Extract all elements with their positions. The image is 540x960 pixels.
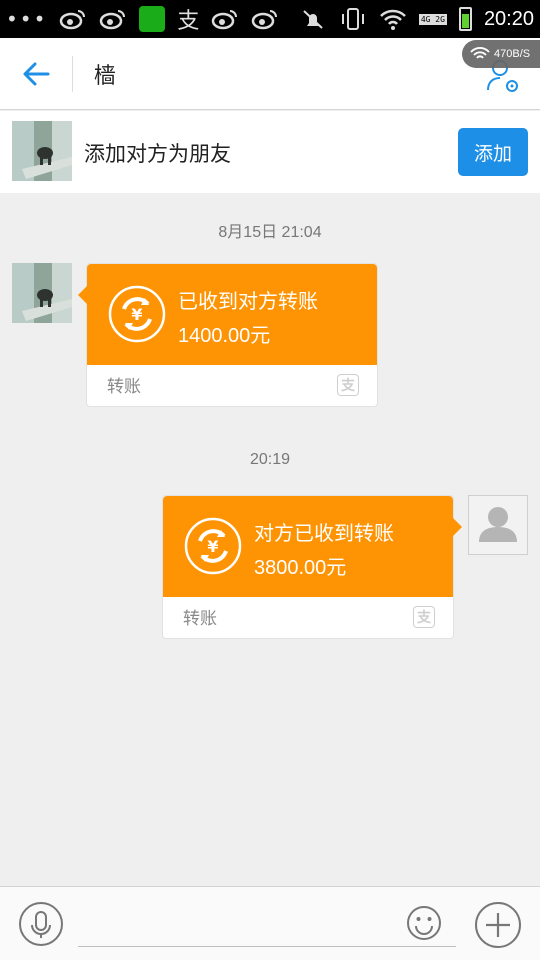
- emoji-button[interactable]: [406, 905, 442, 941]
- signal-icon: 4G 2G: [418, 13, 447, 25]
- transfer-label: 转账: [107, 377, 141, 397]
- wifi-icon: [379, 9, 406, 30]
- transfer-card-received[interactable]: ¥ 已收到对方转账 1400.00元 转账 支: [78, 263, 378, 407]
- add-friend-prompt: 添加对方为朋友: [84, 142, 231, 166]
- weibo-icon: [60, 10, 86, 30]
- mute-icon: [303, 10, 323, 29]
- weibo-icon: [252, 10, 278, 30]
- transfer-title: 对方已收到转账: [254, 521, 394, 545]
- svg-text:¥: ¥: [131, 305, 142, 324]
- vibrate-icon: [341, 8, 364, 30]
- back-arrow-icon[interactable]: [18, 56, 54, 92]
- transfer-title: 已收到对方转账: [178, 289, 318, 313]
- add-friend-bar: 添加对方为朋友 添加: [0, 111, 540, 193]
- header-divider: [72, 56, 73, 92]
- status-bar-system: 4G 2G 20:20: [299, 6, 534, 32]
- voice-input-button[interactable]: [18, 901, 64, 947]
- avatar[interactable]: [12, 121, 72, 181]
- avatar[interactable]: [468, 495, 528, 555]
- add-friend-button[interactable]: 添加: [458, 128, 528, 176]
- transfer-amount: 3800.00元: [254, 557, 347, 579]
- status-bar-time: 20:20: [483, 7, 534, 30]
- status-bar: ••• 支 4G 2G 20:20: [0, 0, 540, 38]
- wifi-icon: [470, 47, 490, 59]
- bubble-tail: [78, 286, 87, 304]
- network-speed-text: 470B/S: [494, 48, 531, 60]
- network-speed-badge: 470B/S: [462, 40, 540, 68]
- transfer-exchange-icon: ¥: [184, 517, 242, 575]
- timestamp: 8月15日 21:04: [218, 224, 322, 241]
- chat-header: 樯 470B/S: [0, 38, 540, 110]
- default-user-icon: [479, 507, 517, 542]
- alipay-logo-icon: 支: [413, 606, 435, 628]
- weibo-icon: [212, 10, 238, 30]
- transfer-amount: 1400.00元: [178, 325, 271, 347]
- bubble-tail: [453, 518, 462, 536]
- message-input[interactable]: [78, 899, 456, 947]
- weibo-icon: [100, 10, 126, 30]
- battery-icon: [458, 7, 472, 31]
- alipay-icon: 支: [177, 9, 200, 34]
- wechat-icon: [139, 6, 166, 32]
- avatar[interactable]: [12, 263, 72, 323]
- transfer-exchange-icon: ¥: [108, 285, 166, 343]
- transfer-card-header: ¥ 已收到对方转账 1400.00元: [78, 264, 377, 365]
- transfer-card-header: ¥ 对方已收到转账 3800.00元: [163, 496, 462, 597]
- transfer-card-sent[interactable]: ¥ 对方已收到转账 3800.00元 转账 支: [162, 495, 462, 639]
- alipay-logo-icon: 支: [337, 374, 359, 396]
- transfer-label: 转账: [183, 609, 217, 629]
- svg-text:¥: ¥: [207, 537, 218, 556]
- status-bar-notifications: ••• 支: [6, 6, 279, 34]
- page-title: 樯: [94, 64, 117, 89]
- input-bar: [0, 886, 540, 960]
- more-actions-button[interactable]: [474, 901, 522, 949]
- timestamp: 20:19: [249, 451, 291, 468]
- more-dots-icon: •••: [6, 7, 48, 31]
